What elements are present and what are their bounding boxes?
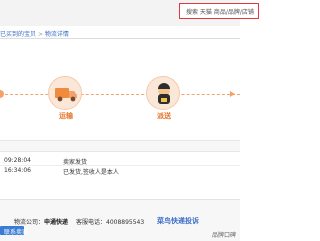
step-delivery-label: 派送 [157, 112, 171, 120]
step-transport-label: 运输 [59, 112, 73, 120]
truck-icon [55, 88, 77, 102]
log-text: 已发货,签收人是本人 [63, 169, 119, 176]
carrier-info: 物流公司：申通快递 [14, 217, 68, 226]
phone-info: 客服电话：4008895543 [76, 217, 144, 226]
log-time: 16:34:06 [4, 167, 31, 174]
log-time: 09:28:04 [4, 157, 31, 164]
brand-rating: 品牌口碑 [212, 232, 237, 239]
courier-icon [158, 83, 170, 104]
step-delivery [146, 76, 180, 110]
search-placeholder: 搜索 天猫 商品/品牌/店铺 [186, 9, 254, 16]
breadcrumb-current: 物流详情 [44, 31, 69, 38]
carrier-name: 申通快递 [44, 219, 69, 226]
shipping-progress [0, 40, 240, 140]
log-divider [0, 165, 240, 166]
breadcrumb: 已买到的宝贝 > 物流详情 [0, 29, 69, 38]
progress-arrow [230, 91, 235, 97]
progress-line [0, 94, 240, 95]
step-transport [48, 76, 82, 110]
breadcrumb-separator: > [37, 31, 43, 38]
complaint-link[interactable]: 菜鸟快递投诉 [157, 216, 199, 226]
carrier-label: 物流公司： [14, 219, 45, 226]
phone-label: 客服电话： [76, 219, 107, 226]
log-table-header [0, 140, 240, 152]
contact-seller-label: 联系卖家 [4, 229, 29, 236]
phone-number: 4008895543 [106, 219, 145, 226]
breadcrumb-home-link[interactable]: 已买到的宝贝 [0, 31, 36, 38]
